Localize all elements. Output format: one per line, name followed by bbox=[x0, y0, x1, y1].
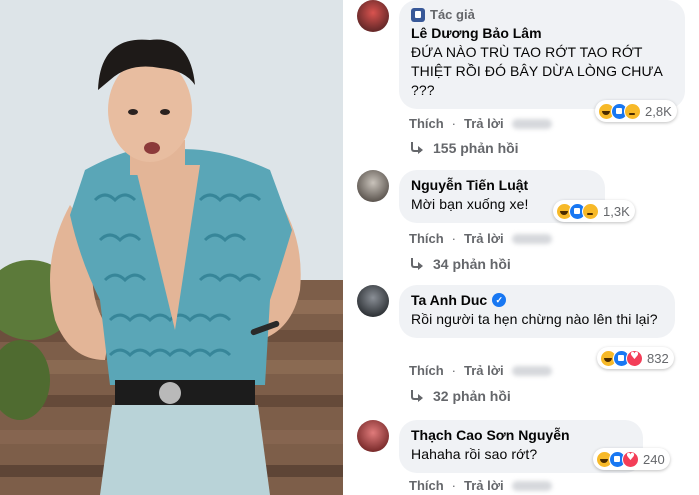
author-badge-icon bbox=[411, 7, 425, 22]
comment-actions: Thích · Trả lời bbox=[409, 363, 552, 378]
comment-author-name[interactable]: Ta Anh Duc ✓ bbox=[411, 292, 663, 308]
comment-text: ĐỨA NÀO TRÙ TAO RỚT TAO RỚT THIỆT RỒI ĐÓ… bbox=[411, 44, 663, 98]
timestamp-blurred bbox=[511, 480, 552, 491]
comment-author-name[interactable]: Nguyễn Tiến Luật bbox=[411, 177, 593, 193]
reply-link[interactable]: Trả lời bbox=[464, 116, 504, 131]
avatar[interactable] bbox=[357, 170, 389, 202]
comment-bubble: Ta Anh Duc ✓ Rồi người ta hẹn chừng nào … bbox=[399, 285, 675, 338]
verified-icon: ✓ bbox=[492, 293, 507, 307]
timestamp-blurred bbox=[511, 118, 552, 129]
reaction-summary[interactable]: 832 bbox=[597, 347, 674, 369]
avatar[interactable] bbox=[357, 420, 389, 452]
timestamp-blurred bbox=[511, 233, 552, 244]
separator: · bbox=[451, 478, 457, 493]
reply-link[interactable]: Trả lời bbox=[464, 231, 504, 246]
replies-count[interactable]: 32 phản hồi bbox=[433, 388, 511, 404]
sad-reaction-icon bbox=[582, 202, 599, 220]
reply-arrow-icon bbox=[409, 258, 425, 270]
reply-arrow-icon bbox=[409, 390, 425, 402]
comment-bubble: Tác giả Lê Dương Bảo Lâm ĐỨA NÀO TRÙ TAO… bbox=[399, 0, 685, 109]
reaction-summary[interactable]: 240 bbox=[593, 448, 670, 470]
comment-actions: Thích · Trả lời bbox=[409, 478, 552, 493]
photo-illustration bbox=[0, 0, 343, 495]
reaction-icons bbox=[598, 102, 641, 120]
avatar[interactable] bbox=[357, 0, 389, 32]
love-reaction-icon bbox=[622, 450, 639, 468]
reply-link[interactable]: Trả lời bbox=[464, 478, 504, 493]
view-replies[interactable]: 32 phản hồi bbox=[409, 388, 511, 404]
separator: · bbox=[451, 363, 457, 378]
comment-item: Ta Anh Duc ✓ Rồi người ta hẹn chừng nào … bbox=[357, 285, 699, 410]
author-tag-label: Tác giả bbox=[430, 7, 475, 22]
reaction-count: 1,3K bbox=[603, 203, 630, 219]
avatar[interactable] bbox=[357, 285, 389, 317]
like-link[interactable]: Thích bbox=[409, 116, 444, 131]
view-replies[interactable]: 34 phản hồi bbox=[409, 256, 511, 272]
reaction-icons bbox=[600, 349, 643, 367]
reaction-count: 832 bbox=[647, 350, 669, 366]
separator: · bbox=[451, 231, 457, 246]
comments-panel: Tác giả Lê Dương Bảo Lâm ĐỨA NÀO TRÙ TAO… bbox=[343, 0, 699, 495]
separator: · bbox=[451, 116, 457, 131]
author-name-text[interactable]: Thạch Cao Sơn Nguyễn bbox=[411, 427, 570, 443]
author-name-text[interactable]: Nguyễn Tiến Luật bbox=[411, 177, 528, 193]
like-link[interactable]: Thích bbox=[409, 231, 444, 246]
comment-author-name[interactable]: Lê Dương Bảo Lâm bbox=[411, 25, 673, 41]
like-link[interactable]: Thích bbox=[409, 478, 444, 493]
reaction-count: 2,8K bbox=[645, 103, 672, 119]
comment-author-name[interactable]: Thạch Cao Sơn Nguyễn bbox=[411, 427, 631, 443]
author-name-text[interactable]: Ta Anh Duc bbox=[411, 292, 487, 308]
comment-item: Thạch Cao Sơn Nguyễn Hahaha rồi sao rớt?… bbox=[357, 420, 699, 495]
timestamp-blurred bbox=[511, 365, 552, 376]
comment-text: Rồi người ta hẹn chừng nào lên thi lại? bbox=[411, 311, 658, 327]
comment-item: Nguyễn Tiến Luật Mời bạn xuống xe! 1,3K … bbox=[357, 170, 699, 280]
reaction-summary[interactable]: 1,3K bbox=[553, 200, 635, 222]
reaction-icons bbox=[596, 450, 639, 468]
sad-reaction-icon bbox=[624, 102, 641, 120]
replies-count[interactable]: 34 phản hồi bbox=[433, 256, 511, 272]
like-link[interactable]: Thích bbox=[409, 363, 444, 378]
replies-count[interactable]: 155 phản hồi bbox=[433, 140, 519, 156]
reply-link[interactable]: Trả lời bbox=[464, 363, 504, 378]
reply-arrow-icon bbox=[409, 142, 425, 154]
love-reaction-icon bbox=[626, 349, 643, 367]
reaction-icons bbox=[556, 202, 599, 220]
author-name-text[interactable]: Lê Dương Bảo Lâm bbox=[411, 25, 542, 41]
comment-item: Tác giả Lê Dương Bảo Lâm ĐỨA NÀO TRÙ TAO… bbox=[357, 0, 699, 160]
view-replies[interactable]: 155 phản hồi bbox=[409, 140, 519, 156]
post-photo bbox=[0, 0, 343, 495]
reaction-count: 240 bbox=[643, 451, 665, 467]
author-tag: Tác giả bbox=[411, 7, 673, 22]
comment-actions: Thích · Trả lời bbox=[409, 116, 552, 131]
comment-actions: Thích · Trả lời bbox=[409, 231, 552, 246]
reaction-summary[interactable]: 2,8K bbox=[595, 100, 677, 122]
